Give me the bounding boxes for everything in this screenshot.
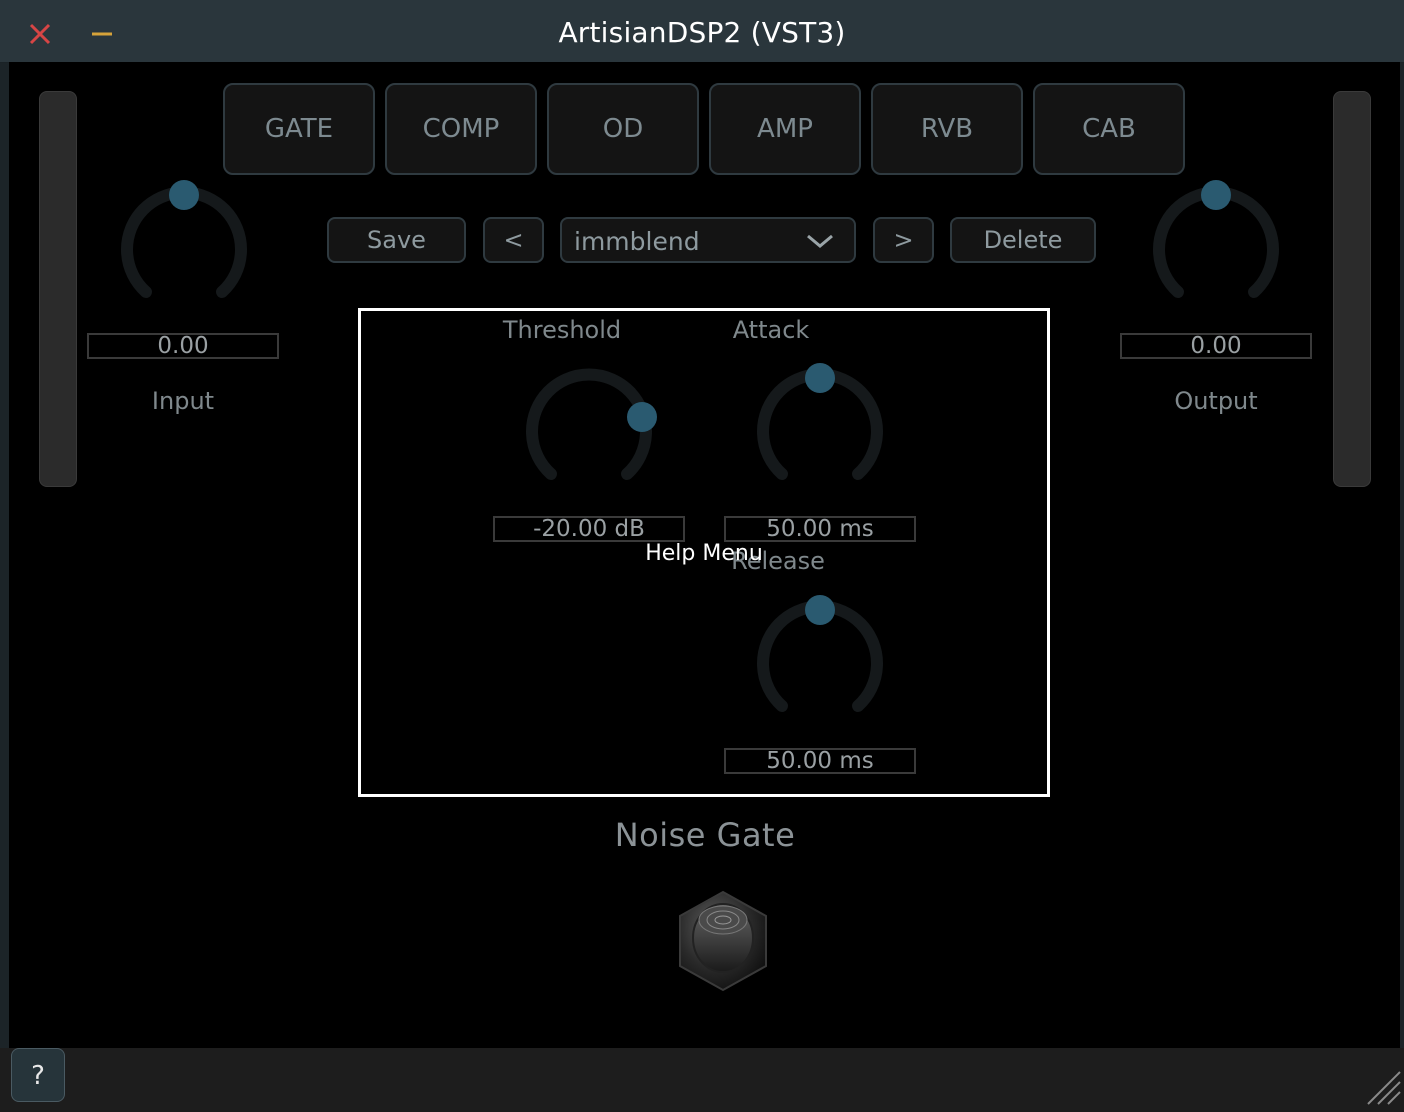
tab-rvb[interactable]: RVB <box>871 83 1023 175</box>
tab-comp[interactable]: COMP <box>385 83 537 175</box>
chevron-down-icon <box>807 234 833 248</box>
save-preset-button[interactable]: Save <box>327 217 466 263</box>
title-bar: ArtisianDSP2 (VST3) <box>0 0 1404 63</box>
tab-amp[interactable]: AMP <box>709 83 861 175</box>
bottom-bar <box>0 1048 1404 1112</box>
delete-preset-button[interactable]: Delete <box>950 217 1096 263</box>
input-gain-value[interactable]: 0.00 <box>87 333 279 359</box>
preset-select-value: immblend <box>574 227 700 256</box>
help-menu-label: Help Menu <box>645 541 763 566</box>
input-level-meter <box>39 91 77 487</box>
output-label: Output <box>1174 387 1258 415</box>
help-button[interactable]: ? <box>11 1048 65 1102</box>
output-level-meter <box>1333 91 1371 487</box>
section-title: Noise Gate <box>614 816 796 854</box>
window-title: ArtisianDSP2 (VST3) <box>558 16 846 49</box>
tab-cab[interactable]: CAB <box>1033 83 1185 175</box>
input-label: Input <box>151 387 215 415</box>
input-gain-knob[interactable] <box>114 180 254 310</box>
resize-grip-icon[interactable] <box>1364 1068 1402 1106</box>
footswitch-icon[interactable] <box>668 886 778 996</box>
output-gain-knob[interactable] <box>1146 180 1286 310</box>
output-gain-value[interactable]: 0.00 <box>1120 333 1312 359</box>
preset-select[interactable]: immblend <box>560 217 856 263</box>
previous-preset-button[interactable]: < <box>483 217 544 263</box>
next-preset-button[interactable]: > <box>873 217 934 263</box>
tab-od[interactable]: OD <box>547 83 699 175</box>
tab-gate[interactable]: GATE <box>223 83 375 175</box>
